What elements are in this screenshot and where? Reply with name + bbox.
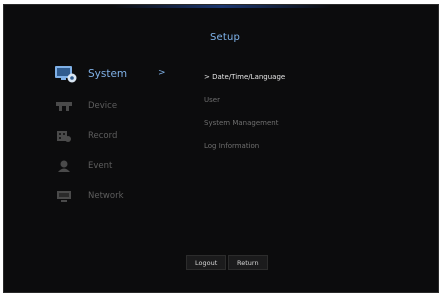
record-icon — [54, 128, 74, 144]
return-button[interactable]: Return — [228, 255, 268, 270]
sidebar-item-label: Record — [88, 131, 118, 141]
sidebar-item-system[interactable]: System — [54, 63, 127, 85]
submenu-item-system-management[interactable]: System Management — [204, 119, 278, 127]
submenu-item-user[interactable]: User — [204, 96, 220, 104]
submenu-item-date-time-language[interactable]: > Date/Time/Language — [204, 73, 285, 81]
sidebar-item-device[interactable]: Device — [54, 95, 117, 117]
sidebar-item-label: Event — [88, 161, 113, 171]
submenu-item-log-information[interactable]: Log Information — [204, 142, 259, 150]
sidebar-item-label: System — [88, 68, 128, 80]
system-settings-icon — [54, 64, 78, 84]
active-item-arrow: > — [158, 68, 166, 78]
setup-screen: Setup System > Device Record Event Netwo… — [3, 4, 439, 293]
logout-button[interactable]: Logout — [186, 255, 227, 270]
network-monitor-icon — [54, 188, 74, 204]
event-person-icon — [54, 158, 74, 174]
sidebar-item-record[interactable]: Record — [54, 125, 117, 147]
sidebar-item-label: Network — [88, 191, 124, 201]
top-accent-bar — [112, 5, 332, 8]
sidebar-item-event[interactable]: Event — [54, 155, 112, 177]
page-title: Setup — [210, 32, 241, 43]
sidebar-item-network[interactable]: Network — [54, 185, 124, 207]
device-camera-icon — [54, 98, 74, 114]
sidebar-item-label: Device — [88, 101, 118, 111]
